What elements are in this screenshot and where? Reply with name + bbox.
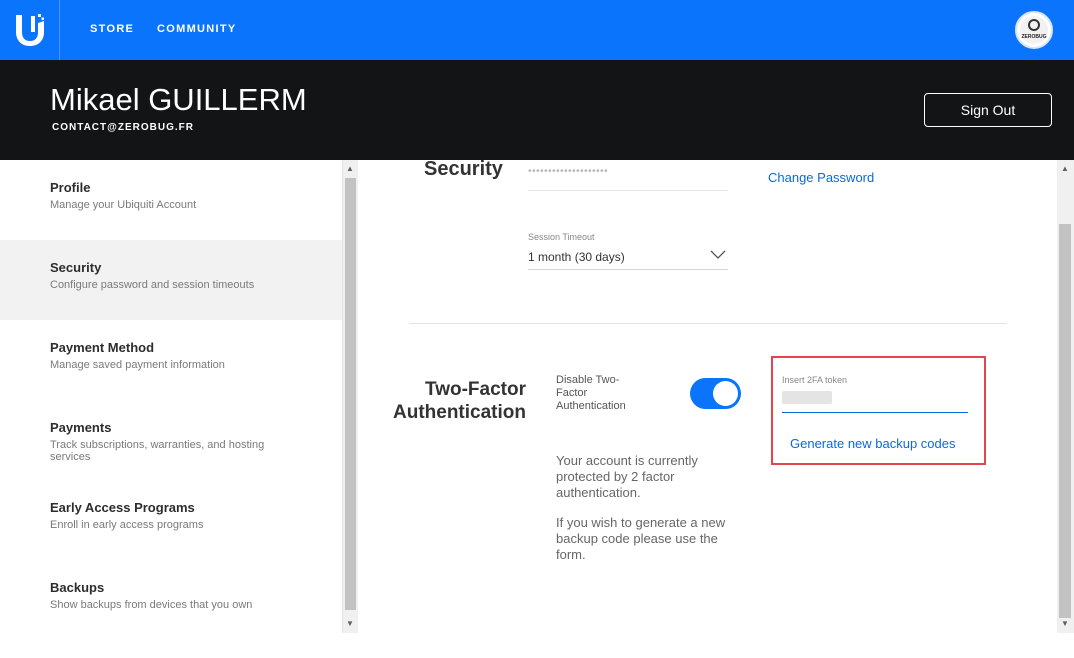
- avatar[interactable]: ZEROBUG: [1015, 11, 1053, 49]
- sidebar-item-title: Payment Method: [50, 340, 155, 355]
- sign-out-button[interactable]: Sign Out: [924, 93, 1052, 127]
- sidebar-item-title: Security: [50, 260, 102, 275]
- disable-2fa-label: Disable Two-Factor Authentication: [556, 374, 626, 412]
- sidebar-item-desc: Manage saved payment information: [50, 359, 225, 371]
- redacted-token-value: [782, 391, 832, 404]
- avatar-logo-icon: [1028, 19, 1040, 31]
- sidebar-item-early-access[interactable]: Early Access Programs Enroll in early ac…: [0, 480, 342, 560]
- generate-backup-codes-link[interactable]: Generate new backup codes: [790, 436, 956, 451]
- main-scroll-thumb[interactable]: [1059, 224, 1071, 618]
- scroll-down-arrow-icon[interactable]: ▼: [346, 619, 354, 628]
- sidebar-item-title: Payments: [50, 420, 112, 435]
- token-label: Insert 2FA token: [782, 375, 848, 385]
- toggle-knob: [713, 381, 738, 406]
- session-timeout-select[interactable]: 1 month (30 days): [528, 246, 728, 270]
- change-password-link[interactable]: Change Password: [768, 170, 874, 185]
- nav-store-link[interactable]: STORE: [90, 23, 134, 35]
- backup-code-instructions: If you wish to generate a new backup cod…: [556, 515, 726, 562]
- session-timeout-label: Session Timeout: [528, 232, 595, 242]
- password-field: ••••••••••••••••••••: [528, 160, 728, 191]
- sidebar-item-desc: Track subscriptions, warranties, and hos…: [50, 439, 265, 463]
- top-nav-bar: STORE COMMUNITY ZEROBUG: [0, 0, 1074, 60]
- user-email: CONTACT@ZEROBUG.FR: [52, 122, 194, 133]
- scroll-down-arrow-icon[interactable]: ▼: [1061, 619, 1069, 628]
- security-settings-panel: Security •••••••••••••••••••• Change Pas…: [358, 160, 1058, 636]
- account-header: Mikael GUILLERM CONTACT@ZEROBUG.FR Sign …: [0, 60, 1074, 160]
- scroll-up-arrow-icon[interactable]: ▲: [346, 164, 354, 173]
- sidebar-item-desc: Show backups from devices that you own: [50, 599, 253, 611]
- user-name: Mikael GUILLERM: [50, 82, 307, 117]
- sidebar-scroll-thumb[interactable]: [345, 178, 356, 610]
- session-timeout-value: 1 month (30 days): [528, 250, 625, 264]
- sidebar-item-desc: Configure password and session timeouts: [50, 279, 255, 291]
- sidebar-item-payment-method[interactable]: Payment Method Manage saved payment info…: [0, 320, 342, 400]
- ubiquiti-logo[interactable]: [0, 0, 60, 60]
- settings-sidebar: Profile Manage your Ubiquiti Account Sec…: [0, 160, 342, 636]
- password-mask: ••••••••••••••••••••: [528, 166, 609, 177]
- token-highlight-box: Insert 2FA token Generate new backup cod…: [771, 356, 986, 465]
- ubiquiti-u-logo-icon: [16, 14, 44, 46]
- sidebar-item-backups[interactable]: Backups Show backups from devices that y…: [0, 560, 342, 636]
- sidebar-item-security[interactable]: Security Configure password and session …: [0, 240, 342, 320]
- section-divider: [409, 323, 1007, 324]
- two-factor-toggle[interactable]: [690, 378, 741, 409]
- security-heading: Security: [424, 160, 503, 180]
- sidebar-scrollbar[interactable]: ▲ ▼: [342, 160, 358, 633]
- chevron-down-icon: [710, 250, 726, 259]
- sidebar-item-title: Profile: [50, 180, 91, 195]
- sidebar-item-title: Early Access Programs: [50, 500, 195, 515]
- two-factor-heading: Two-Factor Authentication: [378, 378, 526, 424]
- two-factor-heading-line2: Authentication: [393, 402, 526, 423]
- sidebar-item-title: Backups: [50, 580, 105, 595]
- avatar-label: ZEROBUG: [1021, 34, 1047, 40]
- scroll-up-arrow-icon[interactable]: ▲: [1061, 164, 1069, 173]
- sidebar-item-payments[interactable]: Payments Track subscriptions, warranties…: [0, 400, 342, 480]
- nav-community-link[interactable]: COMMUNITY: [157, 23, 237, 35]
- sidebar-item-desc: Manage your Ubiquiti Account: [50, 199, 197, 211]
- two-factor-status-message: Your account is currently protected by 2…: [556, 453, 698, 500]
- main-scrollbar[interactable]: ▲ ▼: [1057, 160, 1074, 633]
- two-factor-heading-line1: Two-Factor: [425, 379, 526, 400]
- sidebar-item-desc: Enroll in early access programs: [50, 519, 204, 531]
- sidebar-item-profile[interactable]: Profile Manage your Ubiquiti Account: [0, 160, 342, 240]
